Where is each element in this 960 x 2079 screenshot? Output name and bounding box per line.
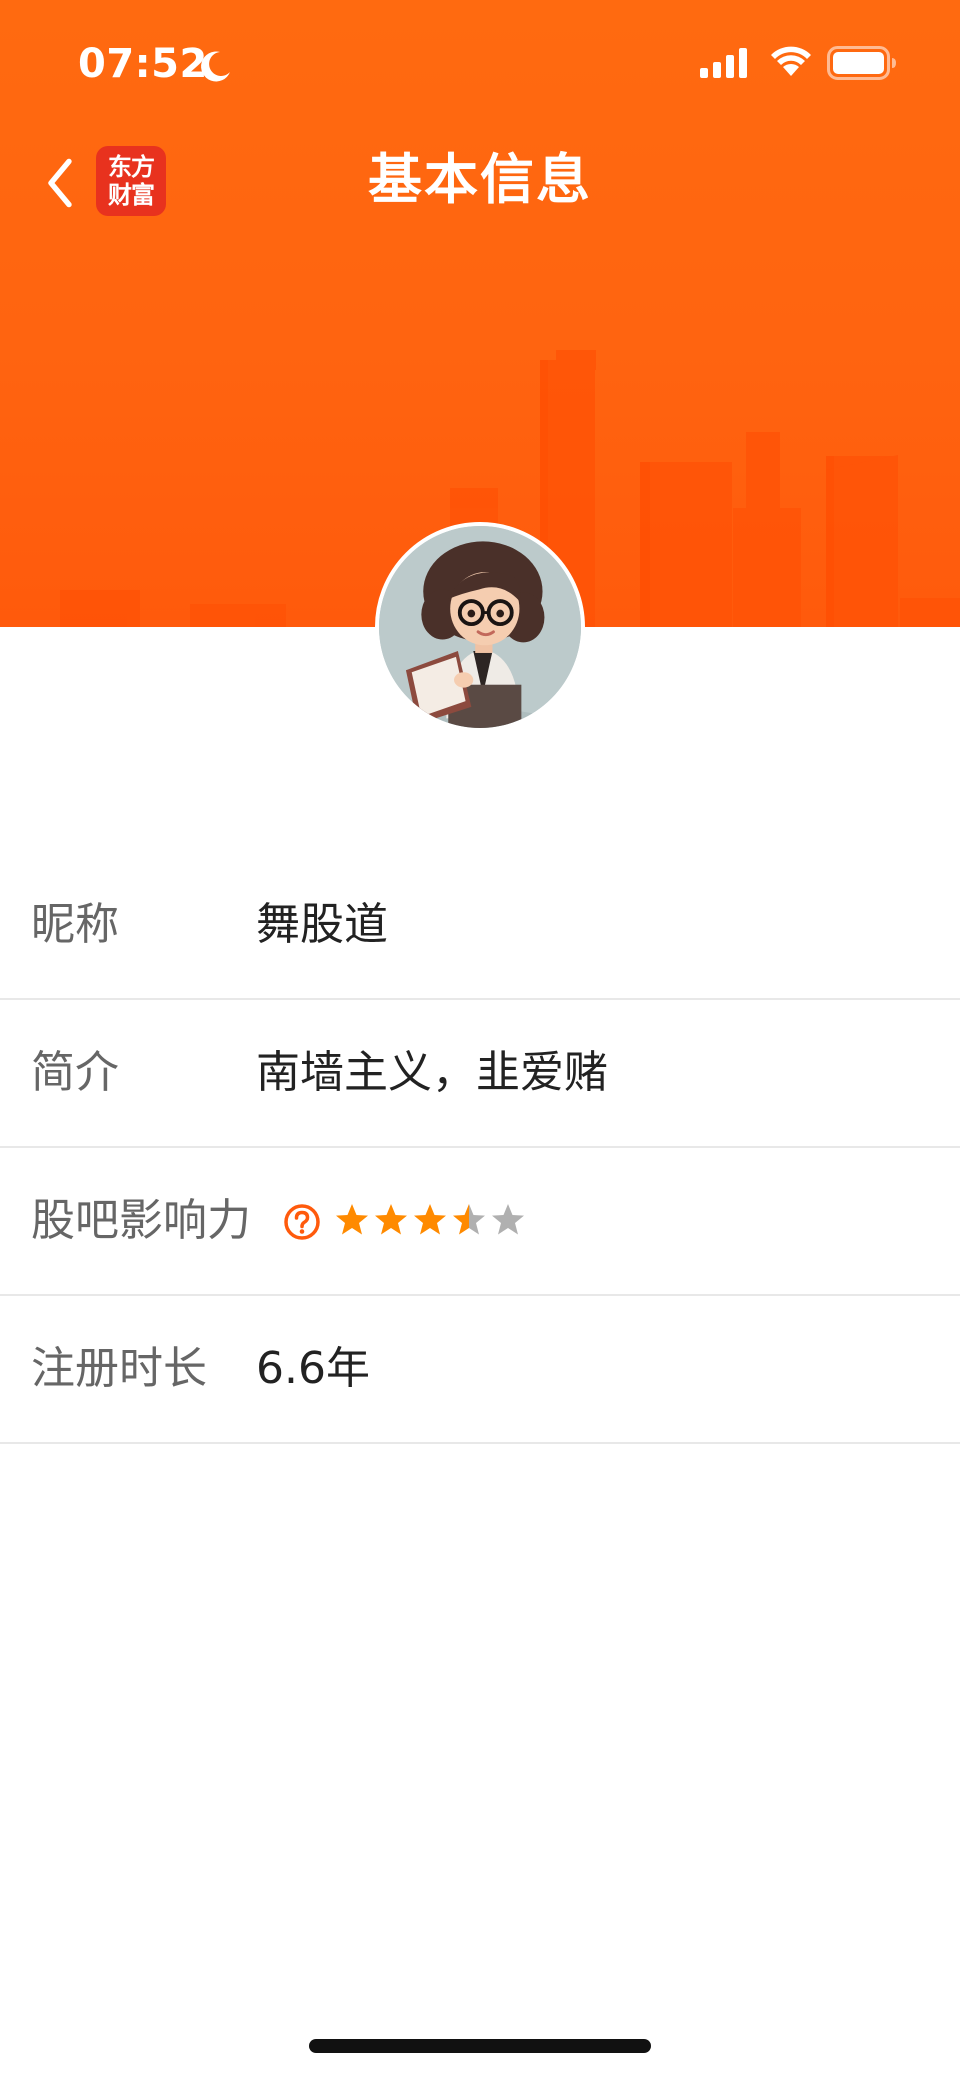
star-icon — [492, 1204, 524, 1235]
screen: 07:52 东方 财富 基本信息 昵称 舞股道 简介 南墙主义，韭爱赌 股吧影响… — [0, 0, 960, 2079]
home-indicator — [309, 2039, 651, 2053]
registration-row: 注册时长 6.6年 — [0, 1296, 960, 1444]
star-icon — [453, 1204, 485, 1235]
status-bar: 07:52 — [0, 0, 960, 120]
app-logo-line1: 东方 — [108, 152, 155, 181]
wifi-icon — [771, 46, 811, 76]
influence-row: 股吧影响力 — [0, 1148, 960, 1296]
bio-value: 南墙主义，韭爱赌 — [256, 1047, 608, 1098]
app-logo[interactable]: 东方 财富 — [96, 146, 166, 216]
chevron-left-icon — [48, 158, 72, 208]
battery-icon — [827, 46, 896, 80]
nickname-row: 昵称 舞股道 — [0, 852, 960, 1000]
star-icon — [414, 1204, 446, 1235]
bio-row: 简介 南墙主义，韭爱赌 — [0, 1000, 960, 1148]
bio-label: 简介 — [31, 1047, 119, 1098]
moon-icon — [201, 51, 230, 82]
avatar[interactable] — [375, 522, 585, 732]
nickname-value: 舞股道 — [256, 899, 388, 950]
profile-info-list: 昵称 舞股道 简介 南墙主义，韭爱赌 股吧影响力 注册时长 6.6年 — [0, 852, 960, 1444]
signal-bars-icon — [700, 48, 747, 78]
influence-star-rating — [334, 1202, 526, 1242]
registration-label: 注册时长 — [31, 1343, 207, 1394]
avatar-illustration — [379, 526, 581, 728]
influence-label: 股吧影响力 — [31, 1195, 251, 1246]
star-icon — [336, 1204, 368, 1235]
registration-value: 6.6年 — [256, 1343, 370, 1394]
star-icon — [375, 1204, 407, 1235]
question-circle-icon[interactable] — [283, 1203, 321, 1241]
app-logo-line2: 财富 — [108, 180, 155, 209]
nickname-label: 昵称 — [31, 899, 119, 950]
status-time: 07:52 — [78, 41, 208, 87]
back-button[interactable] — [30, 150, 90, 216]
